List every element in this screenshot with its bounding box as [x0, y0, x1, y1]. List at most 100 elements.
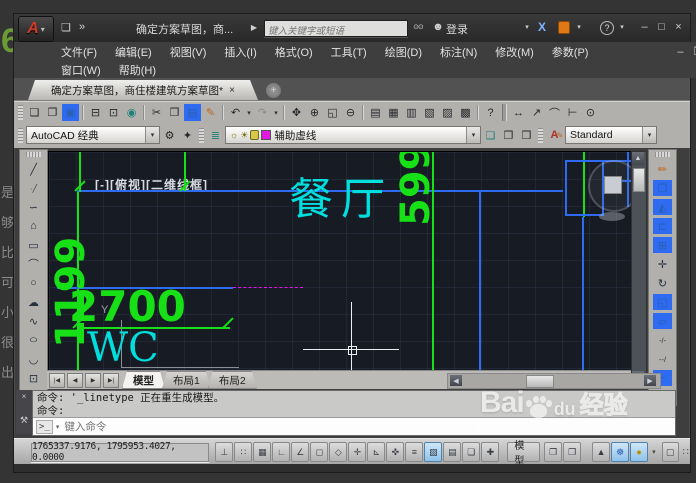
layer-states-icon[interactable]: ❒ — [518, 127, 535, 144]
a360-lock-icon[interactable] — [558, 21, 570, 34]
doc-minimize-button[interactable]: – — [673, 45, 688, 59]
chevron-down-icon[interactable]: ▾ — [145, 127, 159, 143]
clean-screen-icon[interactable]: ▢ — [662, 442, 679, 462]
qat-expand-icon[interactable]: » — [74, 18, 90, 36]
coordinate-readout[interactable]: 1765337.9176, 1795953.4027, 0.0000 — [31, 443, 209, 462]
search-input[interactable] — [265, 24, 407, 39]
file-tab[interactable]: 确定方案草图，商住楼建筑方案草图* × — [28, 80, 258, 100]
make-object-layer-current-icon[interactable]: ❏ — [482, 127, 499, 144]
ortho-toggle[interactable]: ∟ — [272, 442, 290, 462]
undo-dropdown-icon[interactable]: ▾ — [245, 104, 253, 121]
scrollbar-thumb[interactable] — [633, 168, 645, 192]
help-search-box[interactable] — [264, 20, 408, 37]
annotation-visibility-icon[interactable]: ▲ — [592, 442, 610, 462]
layer-previous-icon[interactable]: ❐ — [500, 127, 517, 144]
zoom-window-icon[interactable]: ◱ — [324, 104, 341, 121]
quickcalc-icon[interactable]: ▩ — [457, 104, 474, 121]
toolbar-grip[interactable] — [655, 152, 670, 157]
scroll-up-button[interactable]: ▲ — [632, 152, 644, 165]
vertical-scrollbar[interactable]: ▲ ▼ — [631, 151, 647, 386]
line-icon[interactable]: ╱ — [24, 161, 43, 177]
ellipse-arc-icon[interactable]: ◡ — [24, 351, 43, 367]
copy-object-icon[interactable]: ❒ — [653, 180, 672, 196]
3d-osnap-toggle[interactable]: ◇ — [329, 442, 347, 462]
close-button[interactable]: × — [671, 20, 686, 34]
tab-nav-last[interactable]: ▶| — [103, 373, 119, 388]
toolbar-grip[interactable] — [18, 128, 23, 143]
doc-restore-button[interactable]: ❐ — [691, 45, 696, 59]
menu-item[interactable]: 窗口(W) — [52, 62, 110, 78]
dim-arc-length-icon[interactable]: ⌒ — [546, 104, 563, 121]
menu-item[interactable]: 工具(T) — [322, 44, 376, 60]
menu-item[interactable]: 插入(I) — [215, 44, 265, 60]
polygon-icon[interactable]: ⌂ — [24, 218, 43, 234]
command-caret-icon[interactable]: ▾ — [56, 423, 60, 431]
viewcube-home-button[interactable] — [599, 212, 625, 221]
quick-properties-toggle[interactable]: ▤ — [443, 442, 461, 462]
signin-caret-icon[interactable]: ▾ — [519, 18, 535, 36]
plot-icon[interactable]: ⊟ — [87, 104, 104, 121]
scroll-left-button[interactable]: ◀ — [450, 375, 462, 386]
layer-freeze-sun-icon[interactable]: ☀ — [240, 130, 248, 141]
sheet-set-manager-icon[interactable]: ▧ — [421, 104, 438, 121]
status-caret-icon[interactable]: ▾ — [652, 448, 656, 456]
dim-radius-icon[interactable]: ⊙ — [582, 104, 599, 121]
tab-nav-first[interactable]: |◀ — [49, 373, 65, 388]
tab-layout1[interactable]: 布局1 — [162, 371, 211, 389]
rectangle-icon[interactable]: ▭ — [24, 237, 43, 253]
viewcube[interactable] — [588, 160, 633, 212]
lineweight-toggle[interactable]: ≡ — [405, 442, 423, 462]
cut-icon[interactable]: ✂ — [148, 104, 165, 121]
menu-item[interactable]: 编辑(E) — [106, 44, 161, 60]
offset-icon[interactable]: ⊏ — [653, 218, 672, 234]
zoom-previous-icon[interactable]: ⊖ — [342, 104, 359, 121]
designcenter-icon[interactable]: ▦ — [385, 104, 402, 121]
zoom-realtime-icon[interactable]: ⊕ — [306, 104, 323, 121]
markup-icon[interactable]: ▨ — [439, 104, 456, 121]
grid-toggle[interactable]: ▦ — [253, 442, 271, 462]
help-icon[interactable]: ? — [600, 21, 614, 35]
quick-view-drawings-icon[interactable]: ❒ — [563, 442, 581, 462]
spline-icon[interactable]: ∿ — [24, 313, 43, 329]
chevron-down-icon[interactable]: ▾ — [642, 127, 656, 143]
tool-palettes-icon[interactable]: ▥ — [403, 104, 420, 121]
chevron-down-icon[interactable]: ▾ — [466, 127, 480, 143]
dynamic-ucs-toggle[interactable]: ⊾ — [367, 442, 385, 462]
revision-cloud-icon[interactable]: ☁ — [24, 294, 43, 310]
trim-icon[interactable]: -/- — [653, 332, 672, 348]
scroll-right-button[interactable]: ▶ — [644, 375, 656, 386]
tab-model[interactable]: 模型 — [122, 371, 165, 389]
copy-icon[interactable]: ❒ — [166, 104, 183, 121]
autoscale-icon[interactable]: ☸ — [611, 442, 629, 462]
arc-icon[interactable]: ⌒ — [24, 256, 43, 272]
viewcube-face[interactable] — [604, 176, 622, 194]
new-file-icon[interactable]: ❏ — [26, 104, 43, 121]
sign-in-link[interactable]: 登录 — [446, 21, 468, 37]
maximize-button[interactable]: □ — [654, 20, 669, 34]
command-close-icon[interactable]: × — [22, 392, 27, 401]
scale-icon[interactable]: ◱ — [653, 294, 672, 310]
infer-constraints-toggle[interactable]: ⊥ — [215, 442, 233, 462]
layer-combo[interactable]: ☼ ☀ 辅助虚线 ▾ — [225, 126, 481, 144]
drawing-canvas[interactable]: [-][俯视][二维线框] 119 — [48, 151, 633, 372]
extend-icon[interactable]: --/ — [653, 351, 672, 367]
otrack-toggle[interactable]: ✛ — [348, 442, 366, 462]
stretch-icon[interactable]: ▱ — [653, 313, 672, 329]
quick-view-layouts-icon[interactable]: ❐ — [544, 442, 562, 462]
tab-nav-next[interactable]: ▶ — [85, 373, 101, 388]
help-caret-icon[interactable]: ▾ — [614, 18, 630, 36]
toolbar-grip[interactable] — [26, 152, 41, 157]
erase-icon[interactable]: ✏ — [653, 161, 672, 177]
construction-line-icon[interactable]: ·╱ — [24, 180, 43, 196]
qat-new-file-icon[interactable]: ❏ — [58, 18, 74, 36]
insert-block-icon[interactable]: ⊡ — [24, 370, 43, 386]
match-properties-icon[interactable]: ✎ — [202, 104, 219, 121]
plot-preview-icon[interactable]: ⊡ — [105, 104, 122, 121]
array-icon[interactable]: ⊞ — [653, 237, 672, 253]
workspace-settings-icon[interactable]: ✦ — [179, 127, 196, 144]
lock-caret-icon[interactable]: ▾ — [571, 18, 587, 36]
move-icon[interactable]: ✛ — [653, 256, 672, 272]
save-icon[interactable]: ▣ — [62, 104, 79, 121]
new-tab-button[interactable]: + — [266, 83, 281, 98]
menu-item[interactable]: 视图(V) — [161, 44, 216, 60]
